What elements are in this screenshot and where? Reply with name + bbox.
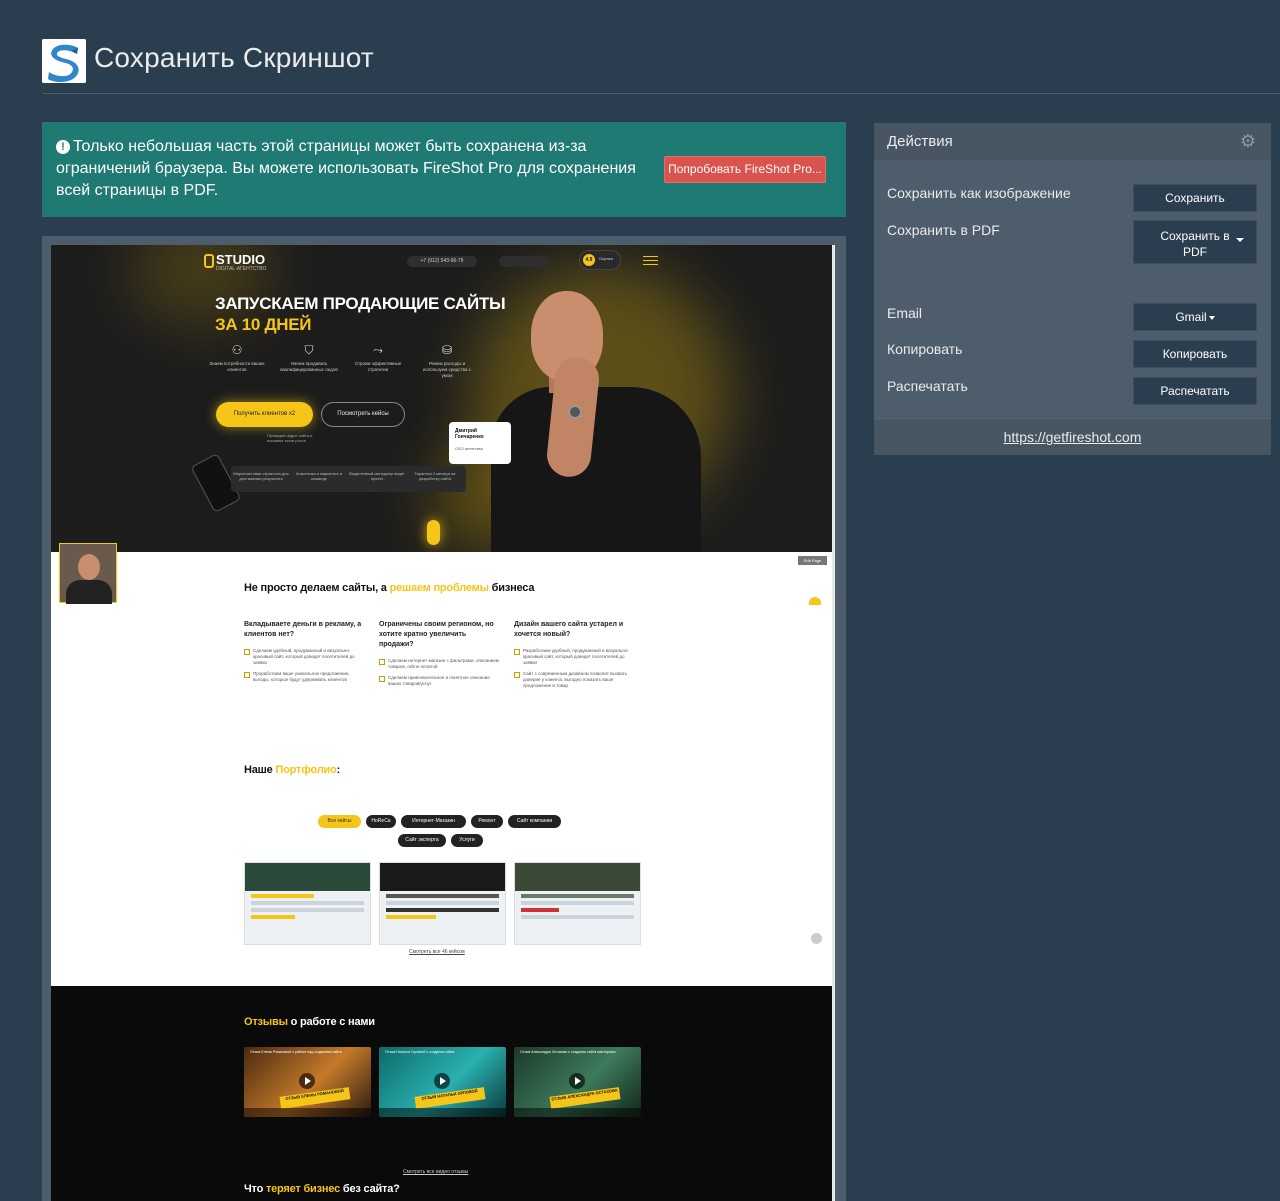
preview-messengers bbox=[499, 256, 549, 267]
fireshot-logo-icon bbox=[42, 39, 86, 83]
preview-video-card: Отзыв Натальи Орловой о создании сайта О… bbox=[379, 1047, 506, 1117]
preview-filter-chip: HoReCa bbox=[366, 815, 396, 828]
gear-icon[interactable]: ⚙ bbox=[1239, 132, 1257, 150]
chevron-down-icon bbox=[1236, 238, 1244, 242]
preview-reviews-title: Отзывы о работе с нами bbox=[244, 1016, 375, 1028]
brand-mark-icon bbox=[204, 254, 214, 268]
preview-video-card: Отзыв Александра Остахова о создании сай… bbox=[514, 1047, 641, 1117]
email-label: Email bbox=[887, 305, 923, 321]
preview-see-all-videos: Смотреть все видео отзывы bbox=[403, 1169, 469, 1175]
preview-brand: STUDIO DIGITAL-АГЕНТСТВО bbox=[204, 252, 266, 272]
preview-person-card: Дмитрий Гончаренко CEO агентства bbox=[449, 422, 511, 464]
save-image-button[interactable]: Сохранить bbox=[1133, 184, 1257, 212]
app-header: Сохранить Скриншот bbox=[42, 38, 1280, 94]
shield-icon: ⛉ bbox=[304, 343, 314, 357]
strategy-icon: ⤳ bbox=[373, 343, 383, 357]
users-icon: ⚇ bbox=[231, 343, 243, 357]
chevron-down-icon bbox=[1208, 316, 1215, 320]
play-icon bbox=[434, 1073, 450, 1089]
preview-case-card bbox=[379, 862, 506, 945]
preview-feature: ⤳ Строим эффективные стратегии bbox=[354, 343, 402, 372]
preview-hero: STUDIO DIGITAL-АГЕНТСТВО +7 (912) 543-96… bbox=[51, 245, 832, 552]
rating-value: 4.9 bbox=[583, 254, 595, 266]
preview-cta-primary: Получить клиентов x2 bbox=[216, 402, 313, 427]
getfireshot-link[interactable]: https://getfireshot.com bbox=[874, 429, 1271, 445]
page-title: Сохранить Скриншот bbox=[94, 42, 374, 73]
preview-problem-column: Дизайн вашего сайта устарел и хочется но… bbox=[514, 620, 634, 694]
preview-feature: ⚇ Знаем потребности ваших клиентов bbox=[209, 343, 265, 372]
preview-feature: ⛉ Умеем продавать квалифицированных лидов bbox=[280, 343, 338, 372]
preview-person-photo bbox=[491, 287, 711, 552]
preview-portfolio-title: Наше Портфолио: bbox=[244, 764, 341, 776]
actions-panel-footer: https://getfireshot.com bbox=[874, 418, 1271, 455]
preview-reviews-section: Отзывы о работе с нами Отзыв Елены Роман… bbox=[51, 986, 835, 1201]
limitation-alert: ! Только небольшая часть этой страницы мо… bbox=[42, 122, 846, 217]
preview-edit-tag: Edit Page bbox=[798, 556, 827, 565]
actions-panel-header: Действия ⚙ bbox=[874, 123, 1271, 160]
print-button[interactable]: Распечатать bbox=[1133, 377, 1257, 405]
preview-carousel-dot bbox=[811, 933, 822, 944]
preview-hero-note: Проведем аудит сайта и покажем точки рос… bbox=[267, 433, 313, 443]
preview-yellow-badge bbox=[809, 597, 821, 605]
actions-panel: Действия ⚙ Сохранить как изображение Сох… bbox=[874, 123, 1271, 455]
preview-filter-chip: Все кейсы bbox=[318, 815, 361, 828]
copy-label: Копировать bbox=[887, 341, 963, 357]
preview-portfolio-filters: Все кейсы HoReCa Интернет-Магазин Ремонт… bbox=[51, 815, 832, 855]
preview-filter-chip: Сайт компании bbox=[508, 815, 561, 828]
print-label: Распечатать bbox=[887, 378, 968, 394]
preview-hero-title: ЗАПУСКАЕМ ПРОДАЮЩИЕ САЙТЫ ЗА 10 ДНЕЙ bbox=[215, 294, 506, 334]
preview-floating-avatar bbox=[59, 543, 117, 604]
preview-stats: Маркетинговая стратегия для достижения р… bbox=[231, 466, 466, 492]
preview-problem-column: Ограничены своим регионом, но хотите кра… bbox=[379, 621, 499, 686]
try-fireshot-pro-button[interactable]: Попробовать FireShot Pro... bbox=[664, 156, 826, 183]
captured-page: STUDIO DIGITAL-АГЕНТСТВО +7 (912) 543-96… bbox=[51, 245, 835, 1201]
alert-text: Только небольшая часть этой страницы мож… bbox=[56, 138, 636, 199]
preview-filter-chip: Сайт эксперта bbox=[398, 834, 446, 847]
actions-title: Действия bbox=[887, 133, 953, 150]
screenshot-preview: STUDIO DIGITAL-АГЕНТСТВО +7 (912) 543-96… bbox=[42, 236, 846, 1201]
preview-rating: 4.9 Оценка bbox=[579, 250, 621, 270]
alert-message: ! Только небольшая часть этой страницы мо… bbox=[56, 136, 646, 202]
preview-scrollbar bbox=[832, 245, 835, 1201]
preview-bottom-title: Что теряет бизнес без сайта? bbox=[244, 1183, 400, 1195]
scroll-mouse-icon bbox=[427, 520, 440, 545]
preview-cta-secondary: Посмотреть кейсы bbox=[321, 402, 405, 427]
preview-problems-title: Не просто делаем сайты, а решаем проблем… bbox=[244, 582, 535, 594]
save-pdf-label: Сохранить в PDF bbox=[887, 222, 1000, 238]
exclamation-icon: ! bbox=[56, 140, 70, 154]
preview-feature: ⛁ Режем расходы и используем средства с у… bbox=[422, 343, 472, 378]
preview-video-card: Отзыв Елены Романовой о работе над созда… bbox=[244, 1047, 371, 1117]
preview-phone: +7 (912) 543-96-79 bbox=[407, 256, 477, 267]
coins-icon: ⛁ bbox=[441, 343, 453, 357]
preview-case-card bbox=[514, 862, 641, 945]
menu-icon bbox=[643, 256, 658, 265]
play-icon bbox=[569, 1073, 585, 1089]
copy-button[interactable]: Копировать bbox=[1133, 340, 1257, 368]
preview-filter-chip: Интернет-Магазин bbox=[401, 815, 466, 828]
preview-filter-chip: Услуги bbox=[451, 834, 483, 847]
preview-see-all-cases: Смотреть все 46 кейсов bbox=[409, 949, 465, 955]
preview-problem-column: Вкладываете деньги в рекламу, а клиентов… bbox=[244, 620, 364, 688]
preview-filter-chip: Ремонт bbox=[471, 815, 503, 828]
preview-case-card bbox=[244, 862, 371, 945]
save-image-label: Сохранить как изображение bbox=[887, 185, 1071, 201]
gmail-button[interactable]: Gmail bbox=[1133, 303, 1257, 331]
play-icon bbox=[299, 1073, 315, 1089]
save-pdf-button[interactable]: Сохранить в PDF bbox=[1133, 220, 1257, 264]
